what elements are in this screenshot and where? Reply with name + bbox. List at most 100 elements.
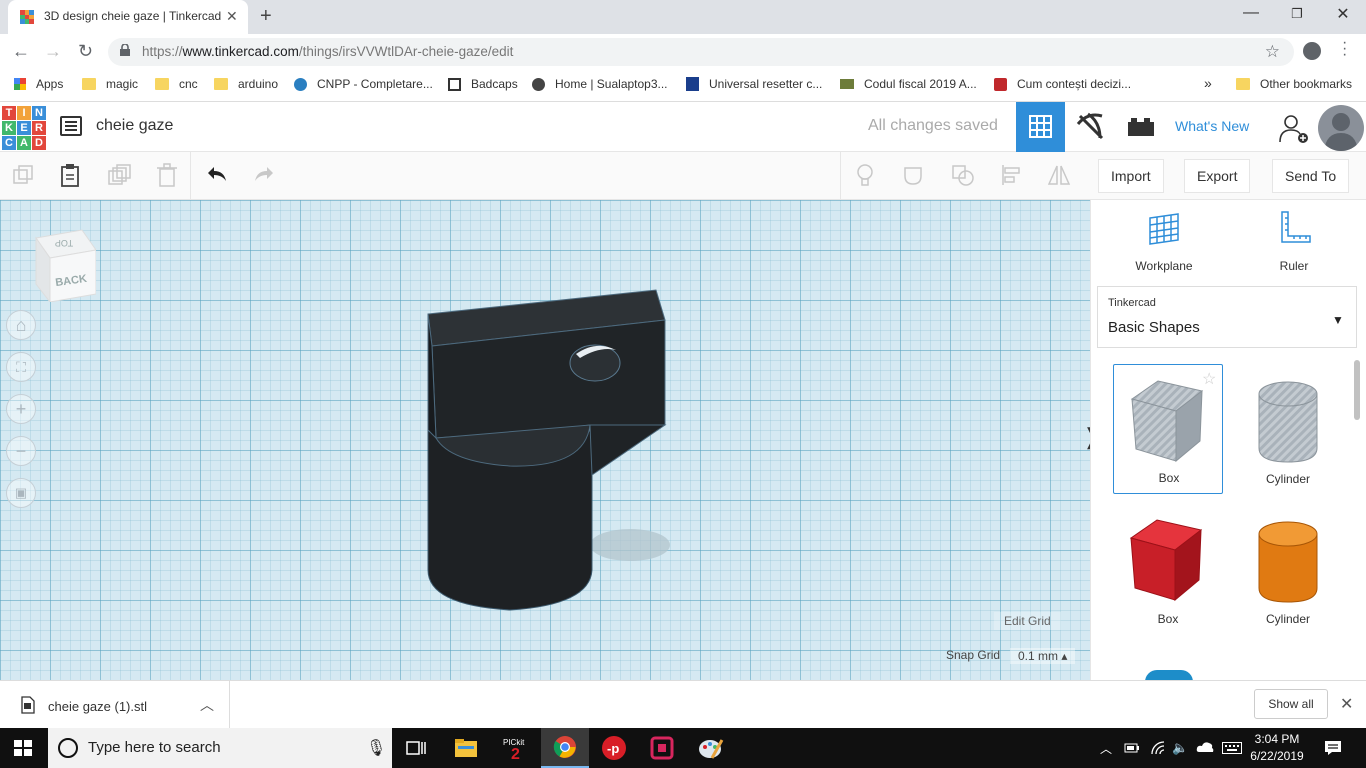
tab-close-icon[interactable]: ✕ [226, 8, 238, 25]
keyboard-icon[interactable] [1222, 742, 1242, 754]
minecraft-view-button[interactable] [1066, 102, 1116, 152]
battery-icon[interactable] [1124, 741, 1140, 755]
home-view-button[interactable]: ⌂ [6, 310, 36, 340]
chrome-icon [553, 736, 576, 758]
import-button[interactable]: Import [1098, 159, 1164, 193]
library-source: Tinkercad [1108, 297, 1156, 309]
duplicate-icon [108, 164, 131, 185]
toolbar-divider [840, 152, 841, 200]
reload-icon[interactable]: ↻ [78, 41, 93, 62]
shape-box-solid[interactable]: Box [1113, 504, 1223, 634]
bookmark-sualaptop[interactable]: Home | Sualaptop3... [532, 77, 668, 91]
volume-icon[interactable]: 🔈 [1172, 740, 1188, 756]
box-solid-shape-icon [1129, 519, 1203, 602]
taskbar-search[interactable]: Type here to search 🎙 [48, 728, 392, 768]
window-close-icon[interactable]: ✕ [1320, 4, 1366, 24]
bookmarks-overflow-icon[interactable]: » [1204, 75, 1212, 91]
export-button[interactable]: Export [1184, 159, 1251, 193]
taskbar-app-button[interactable]: -p [590, 728, 638, 768]
menu-dots-icon[interactable]: · · · [1342, 35, 1347, 63]
edit-grid-button[interactable]: Edit Grid [994, 612, 1061, 630]
paint-button[interactable] [687, 728, 735, 768]
shape-library-select[interactable]: Tinkercad Basic Shapes ▼ [1097, 286, 1357, 348]
copy-button[interactable] [8, 160, 38, 190]
workplane-tool[interactable]: Workplane [1119, 210, 1209, 273]
ruler-tool[interactable]: Ruler [1249, 210, 1339, 273]
avatar[interactable] [1318, 105, 1364, 151]
folder-icon [155, 78, 169, 90]
bookmark-codul-fiscal[interactable]: Codul fiscal 2019 A... [840, 77, 977, 91]
bookmark-cnpp[interactable]: CNPP - Completare... [294, 77, 433, 91]
panel-expand-icon[interactable]: ❭ [1082, 424, 1090, 450]
tinkercad-logo[interactable]: T I N K E R C A D [2, 106, 46, 150]
bookmark-magic[interactable]: magic [82, 77, 138, 91]
address-bar[interactable]: https://www.tinkercad.com/things/irsVVWt… [108, 38, 1294, 66]
new-tab-icon[interactable]: + [260, 5, 272, 28]
download-item[interactable]: cheie gaze (1).stl ︿ [0, 681, 230, 729]
windows-start-icon[interactable] [14, 740, 32, 756]
notification-center-icon[interactable] [1324, 740, 1342, 756]
favorite-star-icon[interactable]: ☆ [1202, 369, 1216, 389]
bookmark-cum-contesti[interactable]: Cum contești decizi... [994, 77, 1131, 91]
browser-tab[interactable]: 3D design cheie gaze | Tinkercad ✕ [8, 0, 248, 34]
bookmark-cnc[interactable]: cnc [155, 77, 198, 91]
send-to-button[interactable]: Send To [1272, 159, 1350, 193]
add-user-icon[interactable] [1276, 112, 1310, 144]
pickit-button[interactable]: PICkit 2 [492, 728, 540, 768]
whats-new-link[interactable]: What's New [1175, 118, 1249, 134]
wifi-icon[interactable] [1150, 740, 1166, 756]
chevron-up-icon[interactable]: ︿ [200, 695, 214, 715]
duplicate-button[interactable] [104, 160, 134, 190]
show-all-button[interactable]: Show all [1254, 689, 1328, 719]
align-button[interactable] [997, 160, 1027, 190]
shape-box-hole[interactable]: ☆ Box [1113, 364, 1223, 494]
tray-overflow-icon[interactable]: ︿ [1100, 740, 1112, 757]
cylinder-hole-shape-icon [1258, 381, 1318, 463]
snap-grid-select[interactable]: 0.1 mm ▴ [1010, 648, 1076, 664]
bookmark-badcaps[interactable]: Badcaps [448, 77, 518, 91]
bookmark-arduino[interactable]: arduino [214, 77, 278, 91]
back-icon[interactable]: ← [12, 41, 30, 62]
design-name[interactable]: cheie gaze [96, 117, 173, 135]
minimize-icon[interactable]: — [1228, 4, 1274, 22]
paste-button[interactable] [55, 160, 85, 190]
bookmark-star-icon[interactable]: ☆ [1265, 42, 1280, 62]
microphone-icon[interactable]: 🎙 [366, 738, 386, 758]
download-bar-close-icon[interactable]: ✕ [1340, 694, 1353, 714]
restore-icon[interactable]: ❐ [1274, 6, 1320, 22]
3d-design-view-button[interactable] [1016, 102, 1065, 152]
panel-scrollbar[interactable] [1354, 360, 1360, 420]
perspective-toggle[interactable]: ▣ [6, 478, 36, 508]
chrome-button[interactable] [541, 728, 589, 768]
shape-cylinder-solid[interactable]: Cylinder [1233, 504, 1343, 634]
profile-icon[interactable] [1303, 42, 1321, 60]
other-bookmarks[interactable]: Other bookmarks [1236, 77, 1352, 91]
task-view-button[interactable] [392, 728, 440, 768]
view-cube[interactable]: TOP BACK [34, 228, 96, 302]
zoom-out-button[interactable]: − [6, 436, 36, 466]
taskbar-app-button[interactable] [638, 728, 686, 768]
svg-text:2: 2 [511, 746, 520, 760]
bookmark-apps[interactable]: Apps [14, 77, 63, 91]
ungroup-button[interactable] [948, 160, 978, 190]
shape-cylinder-hole[interactable]: Cylinder [1233, 364, 1343, 494]
notes-button[interactable] [850, 160, 880, 190]
undo-button[interactable] [202, 160, 232, 190]
mirror-button[interactable] [1044, 160, 1074, 190]
fit-view-button[interactable]: ⛶ [6, 352, 36, 382]
bricks-view-button[interactable] [1116, 102, 1164, 152]
redo-button[interactable] [249, 160, 279, 190]
file-explorer-button[interactable] [442, 728, 490, 768]
forward-icon[interactable]: → [44, 41, 62, 62]
onedrive-icon[interactable] [1196, 740, 1214, 754]
group-button[interactable] [899, 160, 929, 190]
bookmark-universal-resetter[interactable]: Universal resetter c... [686, 77, 822, 91]
workplane-viewport[interactable]: TOP BACK ⌂ ⛶ + − ▣ ❭ Edit Grid Snap Grid… [0, 200, 1090, 680]
design-list-icon[interactable] [60, 116, 82, 136]
delete-button[interactable] [152, 160, 182, 190]
3d-model-cheie-gaze[interactable] [400, 280, 700, 620]
undo-icon [208, 167, 226, 181]
system-clock[interactable]: 3:04 PM 6/22/2019 [1246, 731, 1308, 765]
zoom-in-button[interactable]: + [6, 394, 36, 424]
search-placeholder: Type here to search [88, 739, 221, 756]
